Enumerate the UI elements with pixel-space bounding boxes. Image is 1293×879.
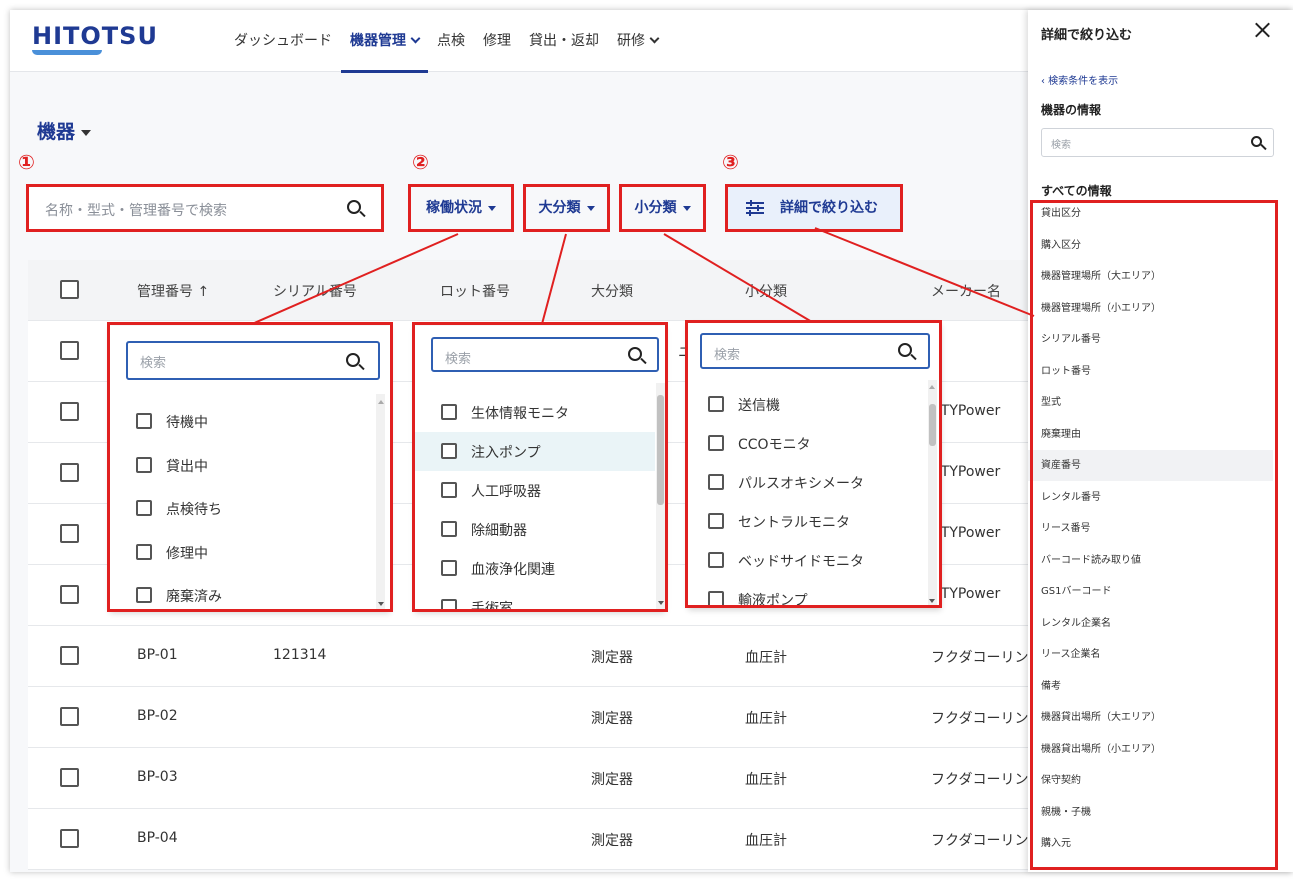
column-header-maker[interactable]: メーカー名 [931,281,1001,301]
nav-item-label: 機器管理 [350,33,406,49]
chevron-down-icon [649,33,660,44]
column-header-lot[interactable]: ロット番号 [440,281,510,301]
annotation-box-minor-dropdown [685,320,942,608]
row-checkbox[interactable] [60,646,79,665]
row-checkbox[interactable] [60,463,79,482]
column-header-minor[interactable]: 小分類 [745,281,787,301]
nav-item-4[interactable]: 貸出・返却 [520,10,608,72]
cell-maker: フクダコーリン [931,833,1029,849]
cell-minor: 血圧計 [745,711,787,727]
page-title-text: 機器 [37,121,76,143]
nav-item-label: 貸出・返却 [529,33,599,49]
cell-major: 測定器 [591,833,633,849]
row-checkbox[interactable] [60,402,79,421]
all-info-heading: すべての情報 [1041,184,1112,198]
select-all-checkbox[interactable] [60,280,79,299]
search-icon[interactable] [1251,136,1262,147]
close-icon[interactable] [1254,22,1270,38]
nav-item-label: ダッシュボード [234,33,332,49]
logo-underline [32,50,102,55]
row-checkbox[interactable] [60,341,79,360]
table-row[interactable]: BP-02 測定器 血圧計 フクダコーリン [28,687,1038,748]
column-header-serial[interactable]: シリアル番号 [273,281,357,301]
show-search-conditions-link[interactable]: ‹ 検索条件を表示 [1041,72,1118,87]
cell-id: BP-04 [137,830,178,846]
cell-id: BP-01 [137,647,178,663]
nav-item-0[interactable]: ダッシュボード [225,10,341,72]
device-info-heading: 機器の情報 [1041,103,1102,117]
detail-filter-panel: 詳細で絞り込む ‹ 検索条件を表示 機器の情報 検索 すべての情報 貸出区分 購入… [1028,10,1293,872]
cell-major: 測定器 [591,772,633,788]
row-checkbox[interactable] [60,524,79,543]
panel-search-placeholder: 検索 [1051,140,1071,151]
annotation-box-major-dropdown [412,322,668,612]
cell-minor: 血圧計 [745,772,787,788]
chevron-down-icon [410,33,421,44]
table-row[interactable]: BP-01 121314 測定器 血圧計 フクダコーリン [28,626,1038,687]
cell-minor: 血圧計 [745,833,787,849]
main-nav: ダッシュボード 機器管理 点検 修理 貸出・返却 研修 [225,10,667,73]
annotation-box-major [523,184,610,232]
table-header-row: 管理番号 ↑ シリアル番号 ロット番号 大分類 小分類 メーカー名 [28,260,1038,321]
logo: HITOTSU [32,22,158,50]
nav-item-label: 点検 [437,33,465,49]
nav-item-3[interactable]: 修理 [474,10,520,72]
table-row[interactable]: BP-03 測定器 血圧計 フクダコーリン [28,748,1038,809]
column-header-major[interactable]: 大分類 [591,281,633,301]
annotation-box-status [408,184,514,232]
cell-major: 測定器 [591,650,633,666]
annotation-marker-3: ③ [722,150,739,174]
caret-down-icon [81,129,92,136]
nav-item-5[interactable]: 研修 [608,10,667,72]
annotation-box-status-dropdown [107,322,393,612]
cell-id: BP-02 [137,708,178,724]
annotation-box-minor [619,184,706,232]
annotation-box-search [26,184,384,232]
cell-id: BP-03 [137,769,178,785]
cell-maker: フクダコーリン [931,772,1029,788]
cell-maker: フクダコーリン [931,650,1029,666]
panel-search-input[interactable]: 検索 [1041,128,1274,157]
nav-item-label: 研修 [617,33,645,49]
row-checkbox[interactable] [60,585,79,604]
nav-item-2[interactable]: 点検 [428,10,474,72]
panel-title: 詳細で絞り込む [1041,28,1133,43]
cell-maker: フクダコーリン [931,711,1029,727]
annotation-box-detail [725,184,903,232]
annotation-box-panel-list [1030,200,1278,870]
annotation-marker-1: ① [18,150,35,174]
cell-serial: 121314 [273,647,327,663]
row-checkbox[interactable] [60,768,79,787]
cell-minor: 血圧計 [745,650,787,666]
table-row[interactable]: BP-04 測定器 血圧計 フクダコーリン [28,809,1038,870]
cell-major: 測定器 [591,711,633,727]
column-header-id[interactable]: 管理番号 ↑ [137,281,209,301]
page-title[interactable]: 機器 [37,117,92,144]
annotation-marker-2: ② [412,150,429,174]
row-checkbox[interactable] [60,707,79,726]
nav-item-1[interactable]: 機器管理 [341,10,428,73]
row-checkbox[interactable] [60,829,79,848]
nav-item-label: 修理 [483,33,511,49]
